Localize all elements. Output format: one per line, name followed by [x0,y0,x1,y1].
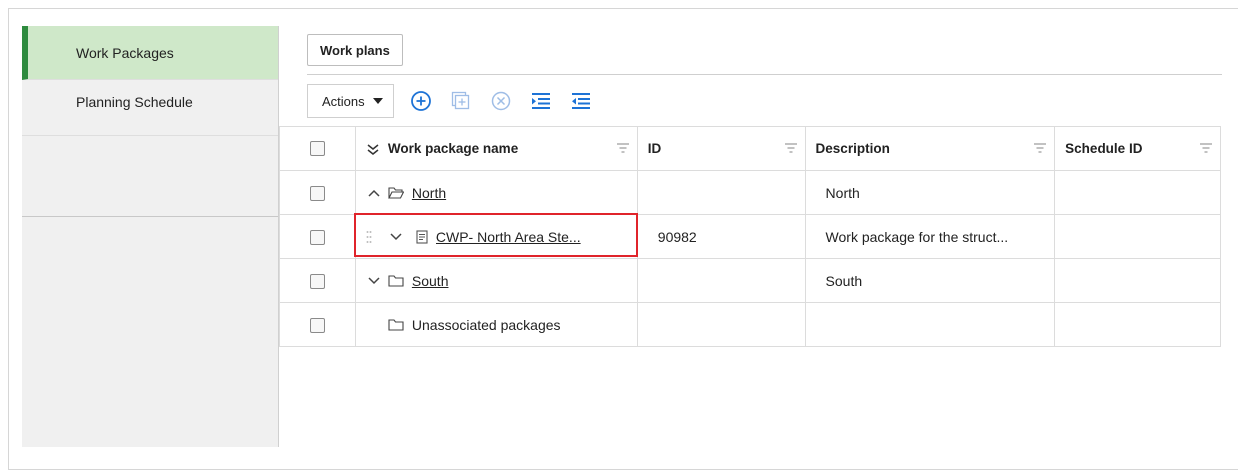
id-cell [636,170,806,215]
row-select-cell [279,302,356,347]
tab-bar: Work plans [307,34,1222,75]
filter-icon[interactable] [784,143,797,153]
outdent-icon[interactable] [568,88,594,114]
main-panel: Work plans Actions Work package name ID … [279,26,1238,447]
sidebar-item-label: Planning Schedule [76,94,193,110]
table-row[interactable]: South South [279,258,1221,303]
sidebar-item-work-packages[interactable]: Work Packages [22,26,278,80]
add-circle-icon[interactable] [408,88,434,114]
row-checkbox[interactable] [309,317,325,333]
add-square-icon[interactable] [448,88,474,114]
select-all-checkbox[interactable] [309,141,325,157]
description-cell: Work package for the struct... [804,214,1056,259]
sidebar-item-planning-schedule[interactable]: Planning Schedule [22,80,278,136]
chevron-up-icon[interactable] [368,189,380,197]
header-schedule-id[interactable]: Schedule ID [1054,126,1221,171]
folder-icon [388,318,404,331]
row-checkbox[interactable] [309,273,325,289]
id-cell [636,302,806,347]
row-select-cell [279,170,356,215]
header-description[interactable]: Description [804,126,1056,171]
column-label: Work package name [387,141,519,156]
indent-icon[interactable] [528,88,554,114]
schedule-id-cell [1054,302,1221,347]
row-checkbox[interactable] [309,229,325,245]
id-cell: 90982 [636,214,806,259]
table-row[interactable]: Unassociated packages [279,302,1221,347]
name-cell: CWP- North Area Ste... [354,214,638,259]
column-label: ID [647,141,662,156]
package-label: Unassociated packages [411,316,561,333]
header-work-package-name[interactable]: Work package name [354,126,638,171]
package-link[interactable]: CWP- North Area Ste... [436,229,581,245]
chevron-down-icon[interactable] [390,232,402,241]
header-id[interactable]: ID [636,126,806,171]
sidebar-item-label: Work Packages [76,44,174,61]
folder-icon [388,274,404,287]
toolbar: Actions [307,80,1238,122]
description-cell: South [804,258,1056,303]
row-select-cell [279,258,356,303]
header-select-all [279,126,356,171]
document-icon [416,229,428,244]
description-cell: North [804,170,1056,215]
row-checkbox[interactable] [309,185,325,201]
remove-circle-icon[interactable] [488,88,514,114]
id-cell [636,258,806,303]
actions-dropdown-button[interactable]: Actions [307,84,394,118]
package-link[interactable]: North [412,185,446,201]
actions-label: Actions [322,93,365,109]
row-select-cell [279,214,356,259]
name-cell: North [354,170,638,215]
tab-label: Work plans [320,42,390,58]
name-cell: Unassociated packages [354,302,638,347]
work-packages-table: Work package name ID Description Schedul… [279,126,1221,347]
collapse-all-icon[interactable] [366,142,380,156]
chevron-down-icon[interactable] [368,276,380,285]
schedule-id-cell [1054,214,1221,259]
schedule-id-cell [1054,170,1221,215]
drag-handle-icon[interactable] [366,230,372,244]
filter-icon[interactable] [1034,143,1047,153]
package-link[interactable]: South [412,273,449,289]
column-label: Description [815,141,890,156]
name-cell: South [354,258,638,303]
table-row[interactable]: North North [279,170,1221,215]
schedule-id-cell [1054,258,1221,303]
sidebar-divider [22,136,278,217]
tab-work-plans[interactable]: Work plans [307,34,403,66]
filter-icon[interactable] [616,143,629,153]
filter-icon[interactable] [1200,143,1212,153]
caret-down-icon [372,98,383,104]
sidebar: Work Packages Planning Schedule [22,26,279,447]
table-header-row: Work package name ID Description Schedul… [279,126,1221,171]
description-cell [804,302,1056,347]
column-label: Schedule ID [1065,141,1143,156]
folder-open-icon [388,186,404,199]
table-row[interactable]: CWP- North Area Ste... 90982 Work packag… [279,214,1221,259]
